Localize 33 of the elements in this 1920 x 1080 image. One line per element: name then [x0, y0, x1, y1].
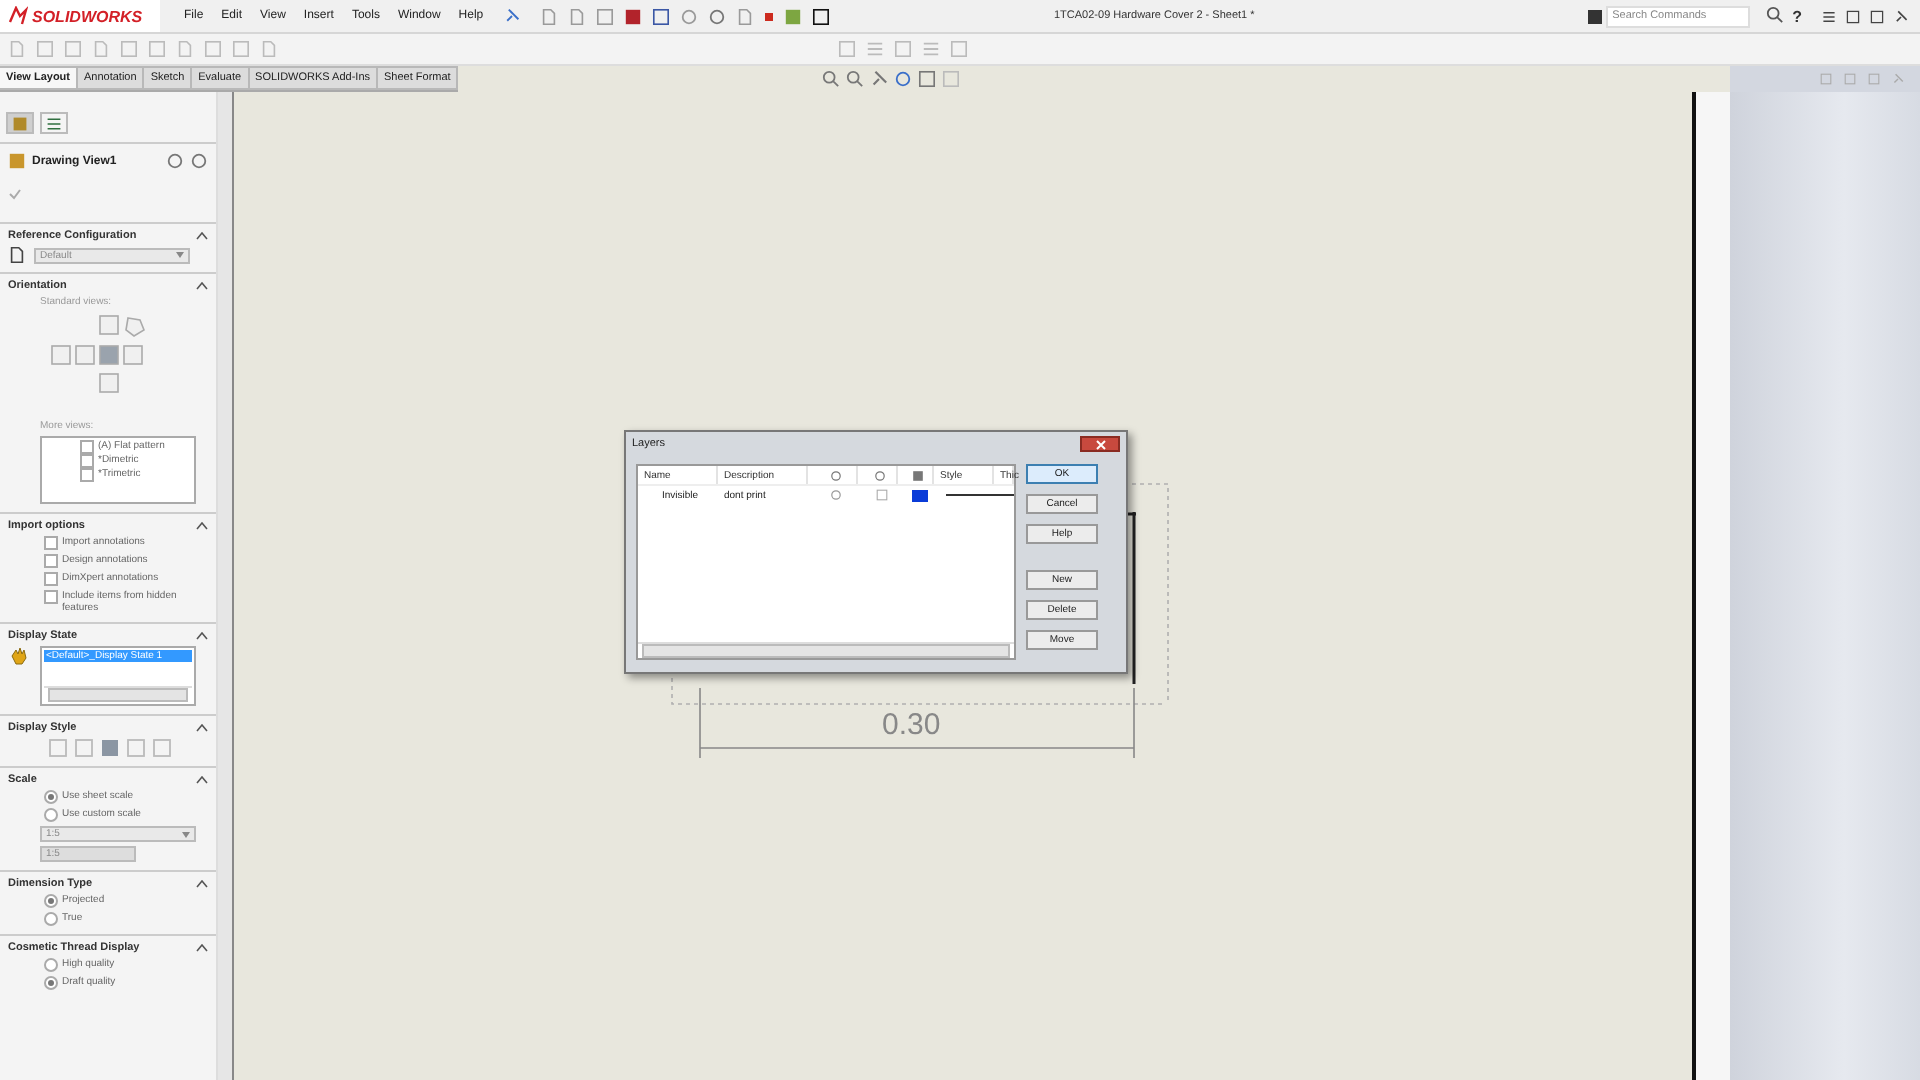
- zoom-icon[interactable]: [822, 70, 841, 88]
- collapse-icon[interactable]: [196, 232, 208, 240]
- dimension-text: 0.30: [882, 708, 941, 742]
- configuration-icon[interactable]: [8, 246, 26, 264]
- collapse-icon[interactable]: [196, 522, 208, 530]
- caret-icon: [182, 831, 190, 837]
- collapse-icon[interactable]: [196, 282, 208, 290]
- color-swatch[interactable]: [911, 489, 927, 501]
- collapse-icon[interactable]: [196, 632, 208, 640]
- collapse-icon[interactable]: [196, 776, 208, 784]
- checkmark-icon[interactable]: [8, 188, 22, 200]
- toolbar-icon[interactable]: [866, 40, 884, 58]
- scrollbar[interactable]: [44, 686, 192, 702]
- toolbar-icon[interactable]: [838, 40, 856, 58]
- scrollbar[interactable]: [638, 642, 1014, 658]
- caret-icon: [176, 252, 184, 258]
- toolbar-icon[interactable]: [950, 40, 968, 58]
- toolbar-icon[interactable]: [922, 40, 940, 58]
- zoom-area-icon[interactable]: [846, 70, 865, 88]
- command-prompt-icon: [1588, 9, 1603, 23]
- help-button[interactable]: ?: [1792, 7, 1802, 25]
- close-button[interactable]: [1080, 436, 1120, 452]
- toolbar-icon[interactable]: [894, 40, 912, 58]
- search-icon[interactable]: [1766, 6, 1785, 24]
- scrollbar[interactable]: [216, 92, 232, 1080]
- list-icon[interactable]: [46, 115, 62, 131]
- collapse-icon[interactable]: [196, 944, 208, 952]
- tree-tab[interactable]: [40, 112, 68, 134]
- collapse-icon[interactable]: [196, 724, 208, 732]
- hand-icon: [8, 646, 28, 666]
- collapse-icon[interactable]: [196, 880, 208, 888]
- new-document-icon[interactable]: [540, 7, 558, 25]
- logo: SOLIDWORKS: [0, 0, 160, 32]
